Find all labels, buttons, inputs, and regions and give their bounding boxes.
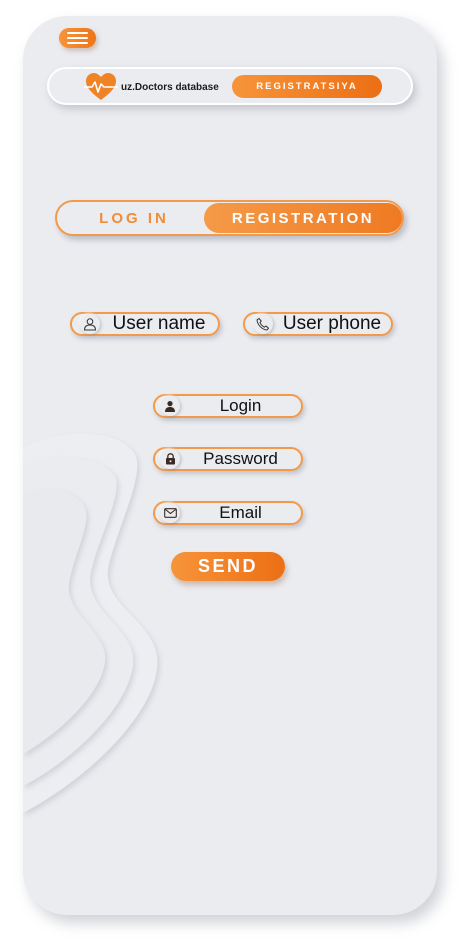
tab-registration[interactable]: REGISTRATION [204,203,402,233]
top-navigation-bar: uz.Doctors database REGISTRATSIYA [47,67,413,105]
email-label: Email [219,503,262,522]
login-label: Login [219,396,262,415]
phone-screen: uz.Doctors database REGISTRATSIYA LOG IN… [23,16,437,915]
envelope-icon [160,503,180,523]
user-name-field[interactable]: User name [70,312,220,336]
hamburger-line [67,32,88,34]
user-phone-label: User phone [282,313,382,334]
password-field[interactable]: Password [153,447,303,471]
registratsiya-button[interactable]: REGISTRATSIYA [232,75,382,98]
lock-icon [160,449,180,469]
heart-pulse-icon [84,73,118,100]
hamburger-line [67,37,88,39]
user-name-label: User name [112,313,206,334]
login-field[interactable]: Login [153,394,303,418]
email-field[interactable]: Email [153,501,303,525]
hamburger-line [67,42,88,44]
auth-tab-toggle: LOG IN REGISTRATION [55,200,404,236]
person-icon [80,314,100,334]
brand-name: uz.Doctors database [121,82,219,93]
password-label: Password [203,449,278,468]
hamburger-menu-button[interactable] [59,28,96,48]
tab-log-in[interactable]: LOG IN [59,202,209,234]
send-button[interactable]: SEND [171,552,285,581]
phone-icon [253,314,273,334]
user-icon [160,396,180,416]
user-phone-field[interactable]: User phone [243,312,393,336]
